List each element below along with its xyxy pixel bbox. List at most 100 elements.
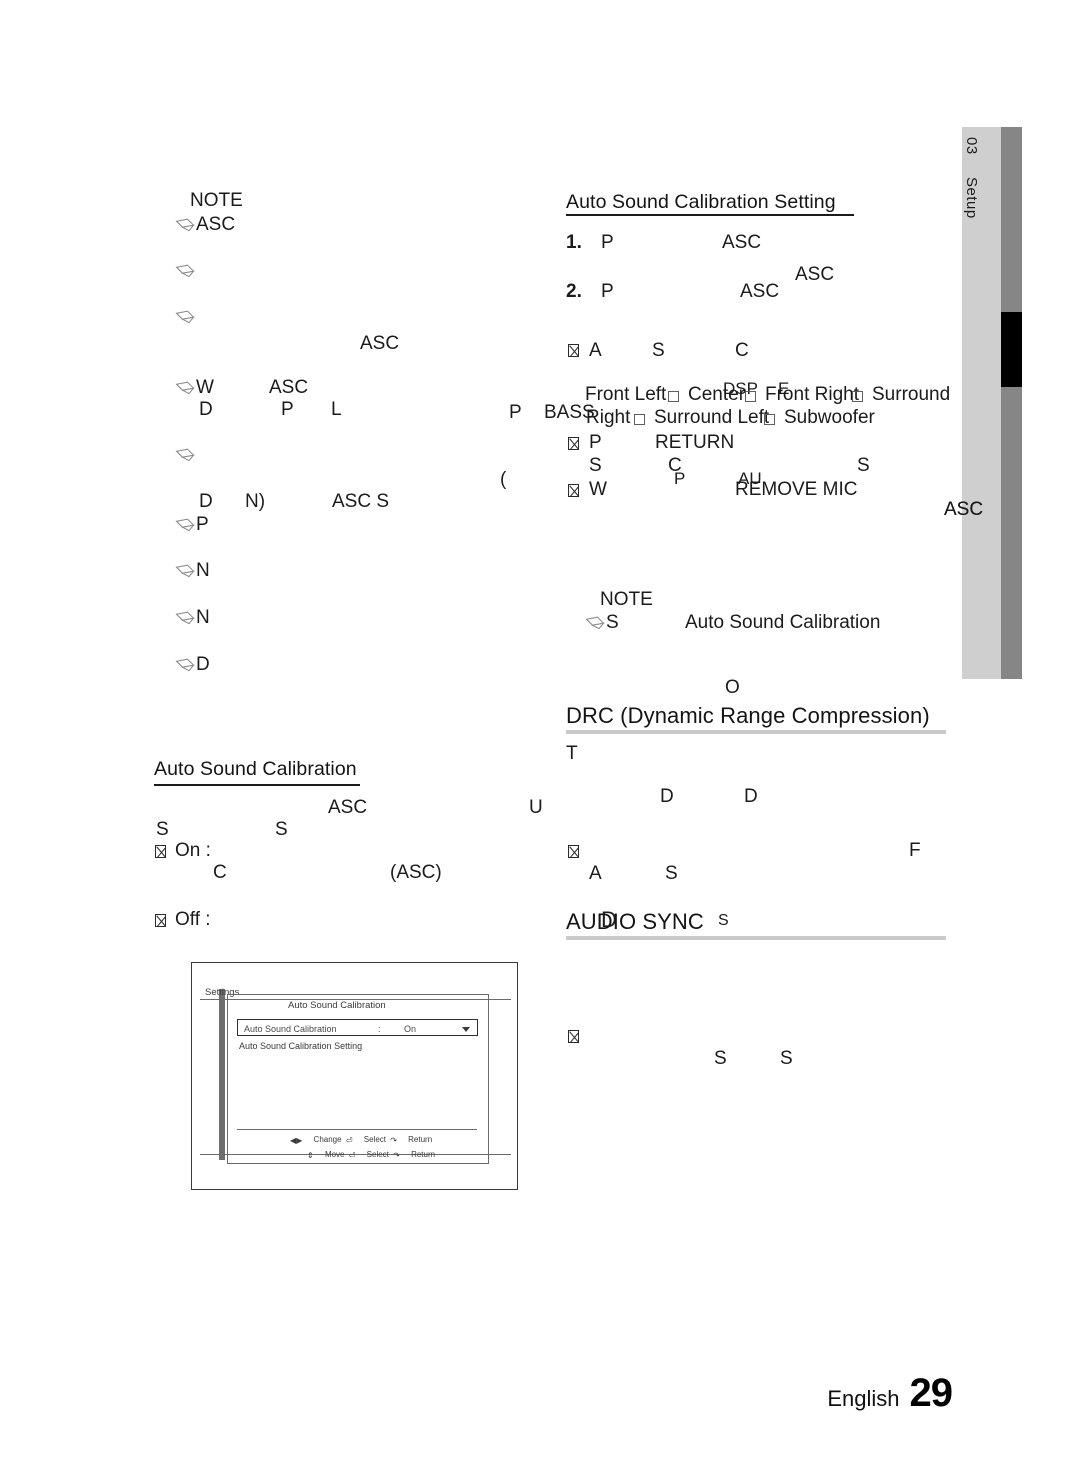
drc-fragment-a: A [589,863,602,884]
audio-sync-trailing-fragment: S [718,912,729,929]
osd-row-separator: : [378,1023,381,1034]
return-arrow-icon: ↷ [390,1136,397,1145]
speaker-separator-square [634,414,645,425]
osd-selected-row[interactable]: Auto Sound Calibration : On [237,1019,478,1036]
step-1-text: P [601,232,614,253]
step-2-text: P [601,281,614,302]
drc-fragment-d-1: D [660,786,674,807]
speaker-separator-square [745,391,756,402]
right-note-heading: NOTE [600,589,653,610]
osd-row-label: Auto Sound Calibration [244,1023,337,1034]
audio-sync-fragment-s-2: S [780,1048,793,1069]
left-fragment-asc-s: ASC S [332,491,390,512]
osd-nav-secondary-select[interactable]: Select [367,1150,389,1159]
osd-nav-bar-secondary: ⇕ Move ⏎ Select ↷ Return [307,1150,437,1160]
left-fragment-asc-1: ASC [360,333,400,354]
option-on-fragment-c: C [213,862,227,883]
osd-screenshot: Settings Auto Sound Calibration Auto Sou… [191,962,518,1190]
left-note-9-text: D [196,654,210,675]
step-2-fragment-asc: ASC [740,281,780,302]
osd-nav-bar-primary: ◀▶ Change ⏎ Select ↷ Return [290,1135,434,1145]
speaker-subwoofer: Subwoofer [784,407,875,428]
overlap-fragment-asc-right: ASC [944,499,984,520]
step-2-number: 2. [566,281,582,302]
left-section-fragment-asc: ASC [328,797,368,818]
left-note-4-text: W [196,377,214,398]
drc-fragment-d-2: D [744,786,758,807]
bullet-box-glyph [568,484,579,497]
chapter-tab-marker [1001,312,1022,387]
enter-key-icon: ⏎ [348,1151,356,1160]
left-section-fragment-s2: S [275,819,288,840]
left-section-fragment-s1: S [156,819,169,840]
section-heading-auto-sound-calibration-setting: Auto Sound Calibration Setting [566,191,836,213]
speaker-center: Center [688,384,746,405]
speaker-separator-square [668,391,679,402]
overlap-fragment-p-left: P [509,402,522,423]
pencil-icon [174,381,196,395]
setting-stray-asc: ASC [795,264,835,285]
left-fragment-p-1: P [281,399,294,420]
setting-bullet-3-fragment-w: W [589,479,607,500]
left-right-arrow-icon: ◀▶ [290,1136,303,1145]
chevron-down-icon[interactable] [462,1027,470,1032]
setting-bullet-1-fragment-a: A [589,340,602,361]
setting-bullet-1-fragment-s: S [652,340,665,361]
manual-page: 03 Setup ASC NOTE ASC ASC W ASC D P L (… [0,0,1080,1479]
left-note-8-text: N [196,607,210,628]
section-heading-auto-sound-calibration: Auto Sound Calibration [154,758,357,780]
footer-page-number: 29 [909,1371,953,1415]
osd-nav-divider [237,1129,477,1130]
osd-nav-secondary-return[interactable]: Return [411,1150,435,1159]
left-fragment-d-1: D [199,399,213,420]
osd-left-accent-bar [219,989,225,1160]
drc-fragment-f: F [909,840,921,861]
left-fragment-n-paren: N) [245,491,266,512]
bullet-box-glyph [568,1030,579,1043]
osd-nav-secondary-move[interactable]: Move [325,1150,345,1159]
right-note-trailing-fragment-o: O [725,677,740,698]
pencil-icon [174,564,196,578]
bullet-box-glyph [568,437,579,450]
overlap-fragment-s-1: S [589,455,602,476]
footer-language: English [827,1386,900,1411]
pencil-icon [174,264,196,278]
up-down-arrow-icon: ⇕ [307,1151,314,1160]
left-note-7-text: N [196,560,210,581]
overlap-fragment-s-2: S [857,455,870,476]
speaker-front-right: Front Right [765,384,859,405]
left-fragment-asc-2: ASC [269,377,309,398]
left-fragment-l-1: L [331,399,342,420]
pencil-icon [174,448,196,462]
return-arrow-icon: ↷ [393,1151,400,1160]
drc-fragment-u: U [529,797,543,818]
enter-key-icon: ⏎ [345,1136,353,1145]
audio-sync-fragment-s-1: S [714,1048,727,1069]
bullet-box-glyph [568,845,579,858]
left-fragment-paren: ( [500,469,507,490]
drc-fragment-t: T [566,743,578,764]
option-off-label: Off : [175,909,211,930]
speaker-separator-square [764,414,775,425]
section-heading-audio-sync: AUDIO SYNC [566,909,704,934]
section-heading-rule [154,784,360,786]
chapter-number: 03 [963,137,980,155]
osd-nav-primary-return[interactable]: Return [408,1135,432,1144]
setting-bullet-3-label-remove-mic: REMOVE MIC [735,479,858,500]
pencil-icon [174,518,196,532]
right-note-text: Auto Sound Calibration [685,612,881,633]
section-heading-setting-rule [566,214,854,216]
option-on-fragment-asc: (ASC) [390,862,442,883]
osd-nav-primary-change[interactable]: Change [314,1135,342,1144]
osd-menu-title: Auto Sound Calibration [288,1000,386,1011]
left-fragment-d-2: D [199,491,213,512]
step-1-fragment-asc: ASC [722,232,762,253]
osd-sub-item[interactable]: Auto Sound Calibration Setting [239,1041,362,1051]
setting-bullet-1-fragment-c: C [735,340,749,361]
pencil-icon [174,218,196,232]
left-note-6-text: P [196,514,209,535]
speaker-surround: Surround [872,384,951,405]
right-note-fragment-s: S [606,612,619,633]
chapter-label: Setup [963,177,980,219]
osd-nav-primary-select[interactable]: Select [364,1135,386,1144]
